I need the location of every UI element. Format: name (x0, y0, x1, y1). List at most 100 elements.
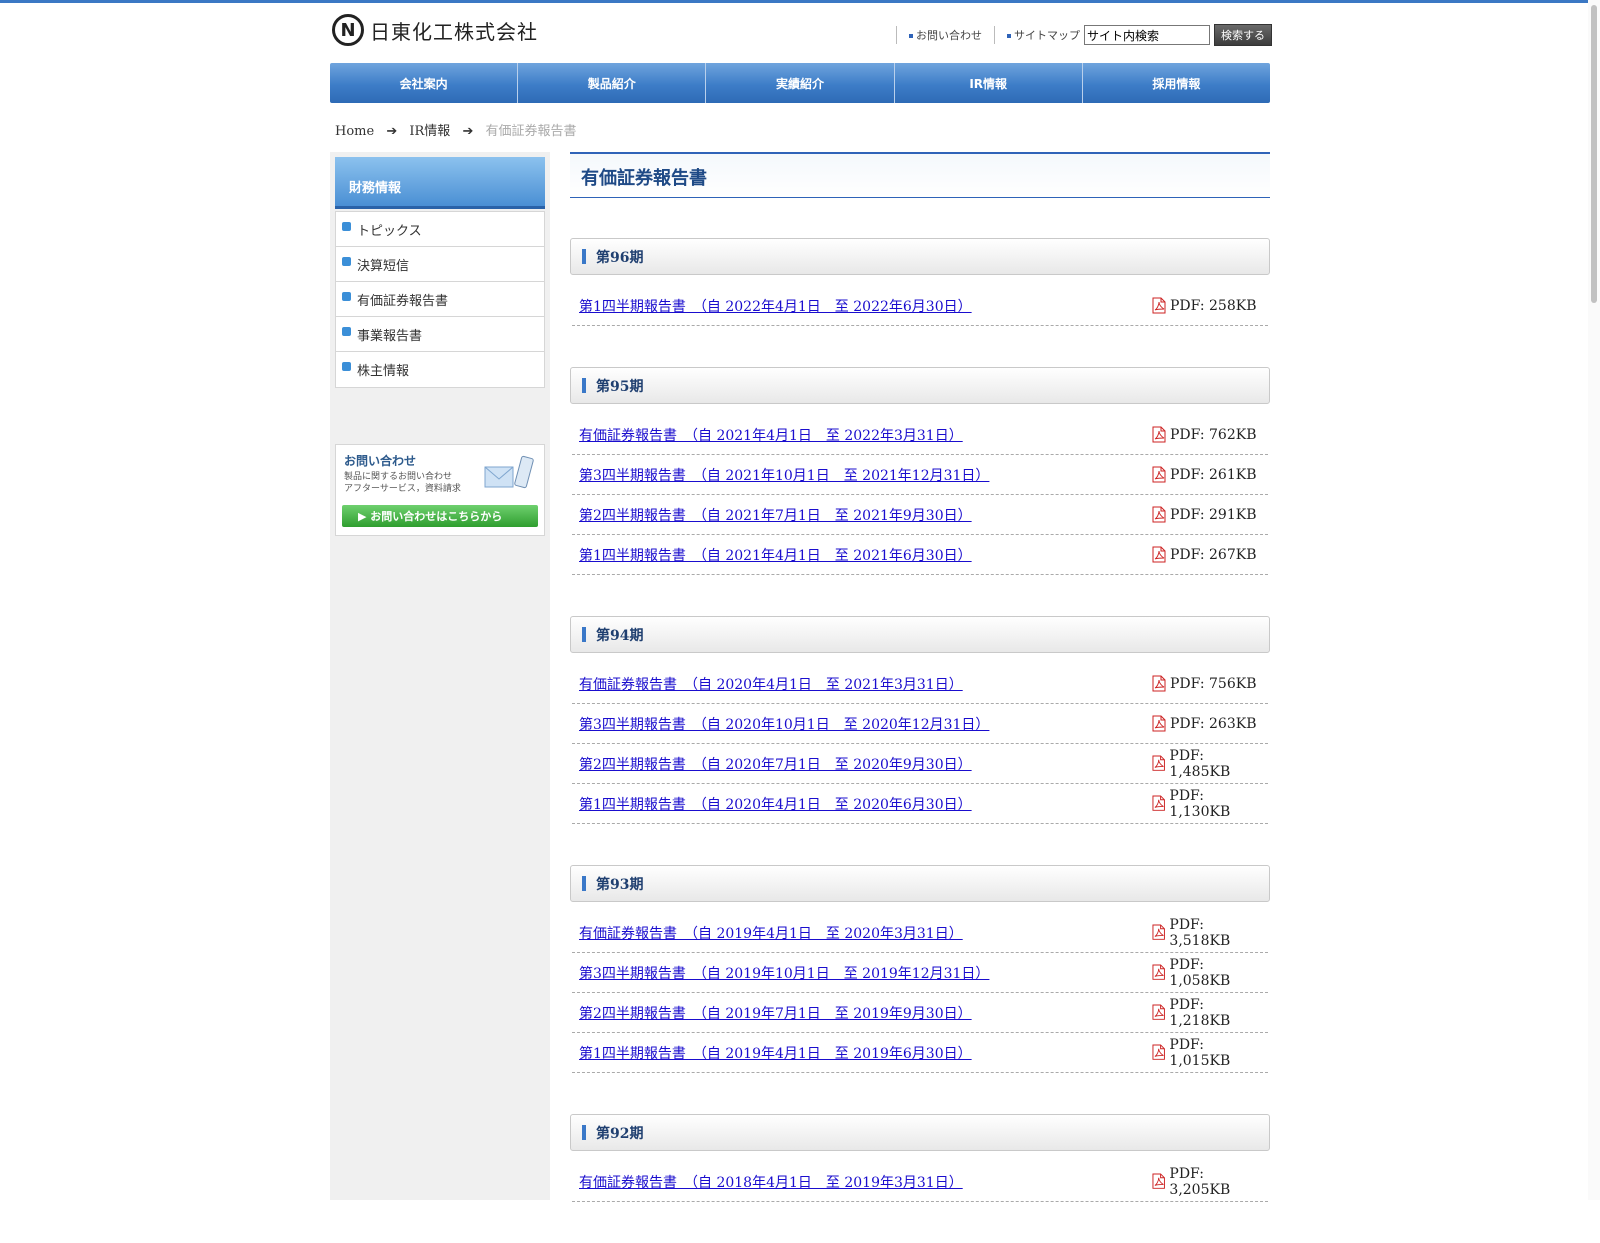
document-link[interactable]: 第3四半期報告書 （自 2020年10月1日 至 2020年12月31日） (579, 714, 989, 734)
document-link[interactable]: 有価証券報告書 （自 2018年4月1日 至 2019年3月31日） (579, 1172, 963, 1192)
sidebar-item-earnings[interactable]: 決算短信 (336, 247, 544, 282)
document-link[interactable]: 有価証券報告書 （自 2020年4月1日 至 2021年3月31日） (579, 674, 963, 694)
document-link[interactable]: 第2四半期報告書 （自 2021年7月1日 至 2021年9月30日） (579, 505, 972, 525)
nav-recruit[interactable]: 採用情報 (1082, 63, 1270, 103)
sidebar-item-stock-info[interactable]: 株主情報 (336, 352, 544, 387)
contact-desc-line: 製品に関するお問い合わせ (344, 472, 453, 482)
contact-desc-line: アフターサービス，資料請求 (344, 484, 461, 494)
document-meta[interactable]: PDF: 1,058KB (1152, 957, 1265, 989)
global-nav: 会社案内 製品紹介 実績紹介 IR情報 採用情報 (330, 63, 1270, 103)
document-meta[interactable]: PDF: 1,015KB (1152, 1037, 1265, 1069)
file-size: PDF: 1,485KB (1169, 747, 1231, 780)
document-meta[interactable]: PDF: 3,518KB (1152, 917, 1265, 949)
file-size: PDF: 1,130KB (1169, 787, 1231, 820)
sidebar-item-label: 有価証券報告書 (357, 293, 449, 309)
document-list: 有価証券報告書 （自 2018年4月1日 至 2019年3月31日） PDF: 3… (570, 1162, 1270, 1202)
square-bullet-icon (1007, 34, 1011, 38)
site-search-input[interactable] (1084, 25, 1210, 45)
pdf-icon (1152, 1044, 1165, 1061)
period-marker-icon (582, 378, 586, 393)
document-link[interactable]: 第1四半期報告書 （自 2020年4月1日 至 2020年6月30日） (579, 794, 972, 814)
sitemap-link[interactable]: サイトマップ (1007, 27, 1080, 43)
arrow-right-icon: ➔ (462, 124, 474, 139)
breadcrumb-home[interactable]: Home (335, 124, 374, 139)
document-meta[interactable]: PDF: 1,485KB (1152, 748, 1265, 780)
contact-link-label: お問い合わせ (916, 29, 982, 42)
period-marker-icon (582, 876, 586, 891)
contact-title: お問い合わせ (344, 454, 417, 468)
breadcrumb-ir[interactable]: IR情報 (409, 124, 450, 139)
sidebar-item-business-report[interactable]: 事業報告書 (336, 317, 544, 352)
period-section: 第96期第1四半期報告書 （自 2022年4月1日 至 2022年6月30日） P… (570, 238, 1270, 326)
contact-button-label: お問い合わせはこちらから (370, 510, 503, 523)
divider (994, 26, 995, 44)
document-meta[interactable]: PDF: 1,218KB (1152, 997, 1265, 1029)
sidebar-bullet-icon (342, 221, 351, 231)
mail-phone-icon (484, 455, 534, 489)
period-section: 第92期有価証券報告書 （自 2018年4月1日 至 2019年3月31日） PD… (570, 1114, 1270, 1202)
breadcrumb: Home ➔ IR情報 ➔ 有価証券報告書 (335, 120, 577, 139)
document-link[interactable]: 第2四半期報告書 （自 2020年7月1日 至 2020年9月30日） (579, 754, 972, 774)
sidebar-menu: トピックス 決算短信 有価証券報告書 事業報告書 株主情報 (335, 211, 545, 388)
period-marker-icon (582, 249, 586, 264)
file-size: PDF: 756KB (1170, 675, 1257, 692)
period-section: 第94期有価証券報告書 （自 2020年4月1日 至 2021年3月31日） PD… (570, 616, 1270, 824)
document-link[interactable]: 第2四半期報告書 （自 2019年7月1日 至 2019年9月30日） (579, 1003, 972, 1023)
period-header: 第95期 (570, 367, 1270, 404)
document-meta[interactable]: PDF: 263KB (1152, 715, 1265, 732)
document-meta[interactable]: PDF: 258KB (1152, 297, 1265, 314)
nav-company[interactable]: 会社案内 (330, 63, 519, 103)
period-title: 第93期 (596, 876, 644, 893)
divider (896, 26, 897, 44)
scrollbar[interactable] (1588, 0, 1600, 1200)
company-logo[interactable]: N 日東化工株式会社 (332, 14, 538, 46)
document-link[interactable]: 有価証券報告書 （自 2019年4月1日 至 2020年3月31日） (579, 923, 963, 943)
document-link[interactable]: 第3四半期報告書 （自 2021年10月1日 至 2021年12月31日） (579, 465, 989, 485)
period-title: 第94期 (596, 627, 644, 644)
arrow-right-icon: ➔ (386, 124, 398, 139)
document-link[interactable]: 第1四半期報告書 （自 2019年4月1日 至 2019年6月30日） (579, 1043, 972, 1063)
nav-ir[interactable]: IR情報 (894, 63, 1083, 103)
utility-bar: お問い合わせ サイトマップ 検索する (884, 24, 1272, 46)
sidebar-item-securities-report[interactable]: 有価証券報告書 (336, 282, 544, 317)
document-link[interactable]: 有価証券報告書 （自 2021年4月1日 至 2022年3月31日） (579, 425, 963, 445)
square-bullet-icon (909, 34, 913, 38)
document-list: 有価証券報告書 （自 2020年4月1日 至 2021年3月31日） PDF: 7… (570, 664, 1270, 824)
contact-button[interactable]: ▶ お問い合わせはこちらから (342, 505, 538, 527)
document-meta[interactable]: PDF: 267KB (1152, 546, 1265, 563)
document-meta[interactable]: PDF: 3,205KB (1152, 1166, 1265, 1198)
document-meta[interactable]: PDF: 762KB (1152, 426, 1265, 443)
file-size: PDF: 261KB (1170, 466, 1257, 483)
document-row: 有価証券報告書 （自 2020年4月1日 至 2021年3月31日） PDF: 7… (572, 664, 1268, 704)
document-meta[interactable]: PDF: 756KB (1152, 675, 1265, 692)
document-row: 第2四半期報告書 （自 2020年7月1日 至 2020年9月30日） PDF: … (572, 744, 1268, 784)
contact-banner[interactable]: お問い合わせ 製品に関するお問い合わせ アフターサービス，資料請求 ▶ お問い合… (335, 444, 545, 536)
sidebar-item-topics[interactable]: トピックス (336, 212, 544, 247)
contact-link[interactable]: お問い合わせ (909, 27, 982, 43)
nav-achievements[interactable]: 実績紹介 (706, 63, 895, 103)
period-marker-icon (582, 1125, 586, 1140)
period-title: 第95期 (596, 378, 644, 395)
nav-products[interactable]: 製品紹介 (518, 63, 707, 103)
document-meta[interactable]: PDF: 1,130KB (1152, 788, 1265, 820)
document-row: 第2四半期報告書 （自 2019年7月1日 至 2019年9月30日） PDF: … (572, 993, 1268, 1033)
scrollbar-thumb[interactable] (1591, 5, 1597, 303)
search-button[interactable]: 検索する (1214, 24, 1272, 46)
document-link[interactable]: 第3四半期報告書 （自 2019年10月1日 至 2019年12月31日） (579, 963, 989, 983)
period-marker-icon (582, 627, 586, 642)
file-size: PDF: 258KB (1170, 297, 1257, 314)
sidebar-bullet-icon (342, 256, 351, 266)
sidebar-title: 財務情報 (335, 157, 545, 209)
document-meta[interactable]: PDF: 291KB (1152, 506, 1265, 523)
pdf-icon (1152, 426, 1166, 443)
document-link[interactable]: 第1四半期報告書 （自 2021年4月1日 至 2021年6月30日） (579, 545, 972, 565)
document-list: 第1四半期報告書 （自 2022年4月1日 至 2022年6月30日） PDF: … (570, 286, 1270, 326)
period-header: 第96期 (570, 238, 1270, 275)
document-link[interactable]: 第1四半期報告書 （自 2022年4月1日 至 2022年6月30日） (579, 296, 972, 316)
period-title: 第92期 (596, 1125, 644, 1142)
sidebar-item-label: 株主情報 (357, 364, 410, 379)
document-meta[interactable]: PDF: 261KB (1152, 466, 1265, 483)
sidebar-item-label: 決算短信 (357, 258, 410, 274)
logo-mark-icon: N (332, 14, 364, 46)
pdf-icon (1152, 675, 1166, 692)
